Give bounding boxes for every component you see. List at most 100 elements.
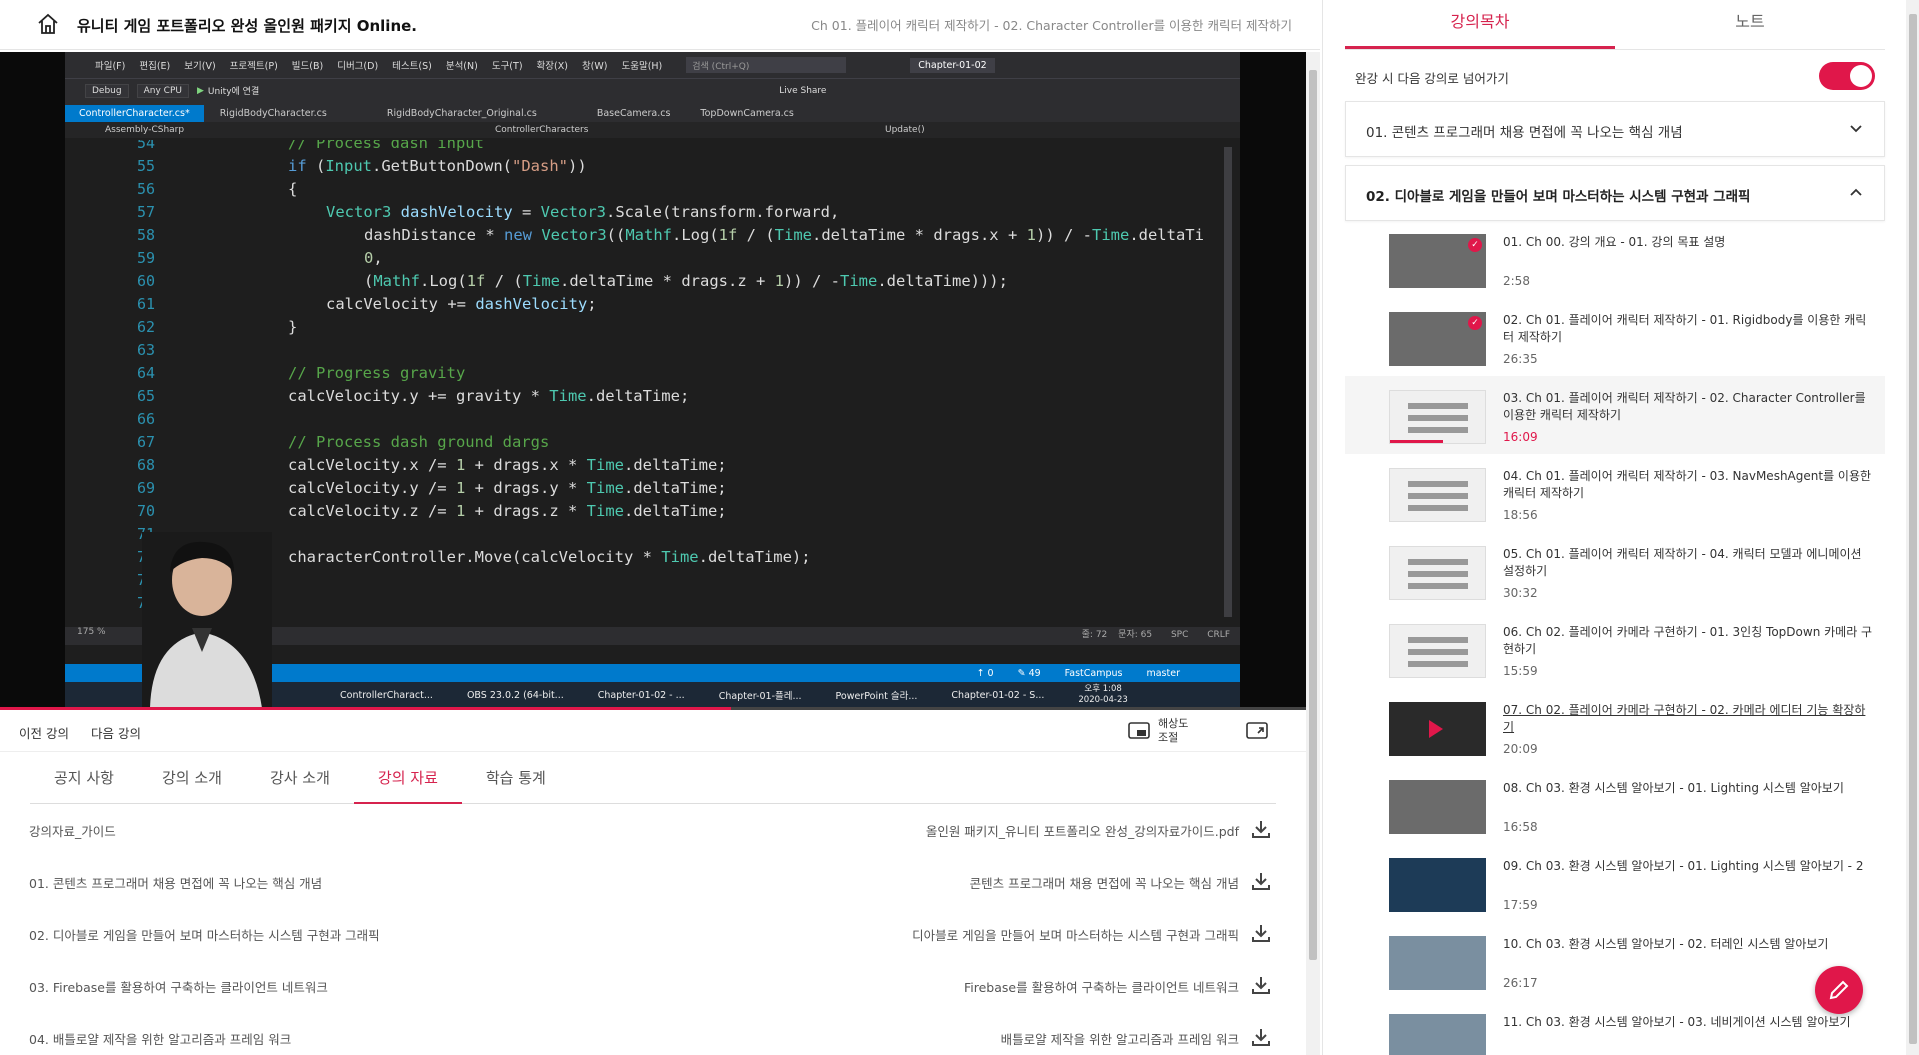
tab-stats[interactable]: 학습 통계	[462, 760, 570, 804]
materials-list: 강의자료_가이드 올인원 패키지_유니티 포트폴리오 완성_강의자료가이드.pdf…	[29, 805, 1279, 1055]
download-icon[interactable]	[1251, 923, 1271, 943]
ide-run-icon: ▶	[196, 85, 204, 96]
lesson-title[interactable]: 04. Ch 01. 플레이어 캐릭터 제작하기 - 03. NavMeshAg…	[1503, 468, 1873, 502]
ide-menu-item: 도구(T)	[491, 61, 523, 72]
lesson-duration: 18:56	[1503, 508, 1538, 522]
page-scrollbar-thumb[interactable]	[1309, 70, 1317, 960]
ide-menu-item: 빌드(B)	[291, 61, 324, 72]
lesson-thumbnail[interactable]	[1389, 468, 1486, 522]
section-header-2[interactable]: 02. 디아블로 게임을 만들어 보며 마스터하는 시스템 구현과 그래픽	[1345, 165, 1885, 221]
line-number: 69	[136, 479, 155, 497]
line-number: 64	[136, 364, 155, 382]
lesson-thumbnail[interactable]	[1389, 546, 1486, 600]
lesson-title[interactable]: 11. Ch 03. 환경 시스템 알아보기 - 03. 네비게이션 시스템 알…	[1503, 1014, 1873, 1031]
lesson-thumbnail[interactable]	[1389, 1014, 1486, 1055]
lesson-title[interactable]: 08. Ch 03. 환경 시스템 알아보기 - 01. Lighting 시스…	[1503, 780, 1873, 797]
lesson-item[interactable]: 07. Ch 02. 플레이어 카메라 구현하기 - 02. 카메라 에디터 기…	[1345, 688, 1885, 766]
ide-menu-item: 분석(N)	[445, 61, 478, 72]
next-lecture-button[interactable]: 다음 강의	[91, 723, 141, 742]
taskbar-clock: 오후 1:08 2020-04-23	[1078, 684, 1161, 706]
status-item: ✎ 49	[1017, 667, 1041, 679]
lesson-thumbnail[interactable]	[1389, 390, 1486, 444]
ide-nav-class: ControllerCharacters	[495, 125, 589, 135]
lesson-list: ✓ 01. Ch 00. 강의 개요 - 01. 강의 목표 설명 2:58 ✓ 02.…	[1345, 220, 1885, 1055]
lesson-title[interactable]: 07. Ch 02. 플레이어 카메라 구현하기 - 02. 카메라 에디터 기…	[1503, 702, 1873, 736]
play-icon	[1429, 720, 1443, 738]
download-icon[interactable]	[1251, 975, 1271, 995]
lesson-item[interactable]: 06. Ch 02. 플레이어 카메라 구현하기 - 01. 3인칭 TopDo…	[1345, 610, 1885, 688]
course-title: 유니티 게임 포트폴리오 완성 올인원 패키지 Online.	[77, 17, 417, 35]
tab-materials[interactable]: 강의 자료	[353, 760, 462, 804]
autoplay-toggle[interactable]	[1819, 62, 1875, 90]
section-header-1[interactable]: 01. 콘텐츠 프로그래머 채용 면접에 꼭 나오는 핵심 개념	[1345, 101, 1885, 157]
lesson-title[interactable]: 10. Ch 03. 환경 시스템 알아보기 - 02. 터레인 시스템 알아보…	[1503, 936, 1873, 953]
material-file-link[interactable]: Firebase를 활용하여 구축하는 클라이언트 네트워크	[964, 977, 1239, 996]
lecture-controls: 이전 강의 다음 강의 해상도 조절	[0, 710, 1306, 752]
code-text: {	[288, 180, 298, 198]
lesson-thumbnail[interactable]	[1389, 702, 1486, 756]
lesson-title[interactable]: 09. Ch 03. 환경 시스템 알아보기 - 01. Lighting 시스…	[1503, 858, 1873, 875]
line-number: 56	[136, 180, 155, 198]
home-icon[interactable]	[36, 12, 60, 36]
write-note-button[interactable]	[1815, 966, 1863, 1014]
material-file-link[interactable]: 콘텐츠 프로그래머 채용 면접에 꼭 나오는 핵심 개념	[970, 873, 1239, 892]
prev-lecture-button[interactable]: 이전 강의	[19, 723, 69, 742]
cursor-line: 줄: 72	[1081, 630, 1108, 640]
lesson-title[interactable]: 05. Ch 01. 플레이어 캐릭터 제작하기 - 04. 캐릭터 모델과 에…	[1503, 546, 1873, 580]
material-file-link[interactable]: 올인원 패키지_유니티 포트폴리오 완성_강의자료가이드.pdf	[926, 821, 1239, 840]
lesson-thumbnail[interactable]	[1389, 624, 1486, 678]
lesson-thumbnail[interactable]: ✓	[1389, 312, 1486, 366]
download-icon[interactable]	[1251, 1027, 1271, 1047]
lesson-item[interactable]: ✓ 01. Ch 00. 강의 개요 - 01. 강의 목표 설명 2:58	[1345, 220, 1885, 298]
tab-instructor-intro[interactable]: 강사 소개	[246, 760, 354, 804]
ide-search: 검색 (Ctrl+Q)	[686, 57, 847, 73]
lesson-title[interactable]: 03. Ch 01. 플레이어 캐릭터 제작하기 - 02. Character…	[1503, 390, 1873, 424]
autoplay-label: 완강 시 다음 강의로 넘어가기	[1355, 71, 1509, 86]
lesson-title[interactable]: 06. Ch 02. 플레이어 카메라 구현하기 - 01. 3인칭 TopDo…	[1503, 624, 1873, 658]
download-icon[interactable]	[1251, 819, 1271, 839]
material-file-link[interactable]: 배틀로얄 제작을 위한 알고리즘과 프레임 워크	[1001, 1029, 1239, 1048]
resolution-label: 해상도 조절	[1158, 717, 1198, 745]
lesson-item[interactable]: 04. Ch 01. 플레이어 캐릭터 제작하기 - 03. NavMeshAg…	[1345, 454, 1885, 532]
lesson-item[interactable]: 03. Ch 01. 플레이어 캐릭터 제작하기 - 02. Character…	[1345, 376, 1885, 454]
lesson-thumbnail[interactable]: ✓	[1389, 234, 1486, 288]
curriculum-sidebar: 강의목차 노트 완강 시 다음 강의로 넘어가기 01. 콘텐츠 프로그래머 채…	[1322, 0, 1919, 1055]
lesson-item[interactable]: 08. Ch 03. 환경 시스템 알아보기 - 01. Lighting 시스…	[1345, 766, 1885, 844]
video-player[interactable]: 파일(F) 편집(E) 보기(V) 프로젝트(P) 빌드(B) 디버그(D) 테…	[0, 52, 1306, 708]
status-item: ↑ 0	[976, 667, 994, 679]
section-title: 01. 콘텐츠 프로그래머 채용 면접에 꼭 나오는 핵심 개념	[1366, 125, 1683, 141]
lesson-item[interactable]: 11. Ch 03. 환경 시스템 알아보기 - 03. 네비게이션 시스템 알…	[1345, 1000, 1885, 1055]
lesson-thumbnail[interactable]	[1389, 936, 1486, 990]
tab-notes[interactable]: 노트	[1615, 0, 1885, 49]
code-text: characterController.Move(calcVelocity * …	[288, 548, 811, 566]
lesson-item[interactable]: ✓ 02. Ch 01. 플레이어 캐릭터 제작하기 - 01. Rigidbod…	[1345, 298, 1885, 376]
page-scrollbar[interactable]	[1306, 52, 1320, 1055]
lesson-duration: 15:59	[1503, 664, 1538, 678]
tab-course-intro[interactable]: 강의 소개	[138, 760, 246, 804]
tab-curriculum[interactable]: 강의목차	[1345, 0, 1615, 49]
presenter-webcam	[142, 532, 272, 708]
fullscreen-icon[interactable]	[1246, 722, 1268, 740]
chevron-down-icon	[1850, 125, 1862, 133]
line-number: 62	[136, 318, 155, 336]
lesson-item[interactable]: 09. Ch 03. 환경 시스템 알아보기 - 01. Lighting 시스…	[1345, 844, 1885, 922]
clock-date: 2020-04-23	[1078, 695, 1128, 705]
ide-tab: ControllerCharacter.cs*	[65, 105, 204, 122]
lesson-thumbnail[interactable]	[1389, 858, 1486, 912]
code-text: // Process dash ground dargs	[288, 433, 550, 451]
lesson-item[interactable]: 10. Ch 03. 환경 시스템 알아보기 - 02. 터레인 시스템 알아보…	[1345, 922, 1885, 1000]
lesson-title[interactable]: 01. Ch 00. 강의 개요 - 01. 강의 목표 설명	[1503, 234, 1873, 251]
sidebar-scrollbar[interactable]	[1906, 0, 1919, 1055]
lesson-thumbnail[interactable]	[1389, 780, 1486, 834]
tab-notice[interactable]: 공지 사항	[30, 760, 138, 804]
material-file-link[interactable]: 디아블로 게임을 만들어 보며 마스터하는 시스템 구현과 그래픽	[912, 925, 1239, 944]
sidebar-scrollbar-thumb[interactable]	[1909, 14, 1917, 1044]
ide-tab: TopDownCamera.cs	[700, 108, 794, 119]
lesson-duration: 26:35	[1503, 352, 1538, 366]
download-icon[interactable]	[1251, 871, 1271, 891]
editor-position: 줄: 72 문자: 65 SPC CRLF	[1082, 627, 1230, 640]
lesson-item[interactable]: 05. Ch 01. 플레이어 캐릭터 제작하기 - 04. 캐릭터 모델과 에…	[1345, 532, 1885, 610]
lesson-title[interactable]: 02. Ch 01. 플레이어 캐릭터 제작하기 - 01. Rigidbody…	[1503, 312, 1873, 346]
taskbar-item: PowerPoint 슬라...	[835, 691, 918, 702]
resolution-button[interactable]: 해상도 조절	[1128, 715, 1198, 747]
